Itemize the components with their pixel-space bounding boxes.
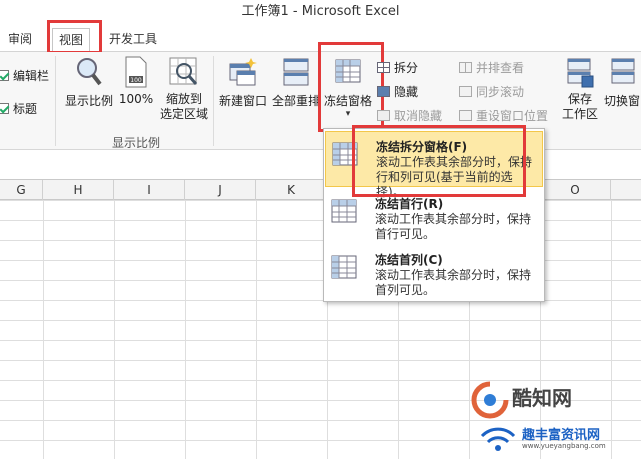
save-workspace-label-2: 工作区 [561, 107, 598, 121]
headings-checkbox[interactable]: 标题 [0, 99, 37, 119]
zoom-group-label: 显示比例 [112, 136, 161, 150]
watermark-site-name: 趣丰富资讯网 [522, 428, 601, 443]
unhide-icon [377, 110, 390, 121]
freeze-panes-menu: 冻结拆分窗格(F) 滚动工作表其余部分时，保持行和列可见(基于当前的选择)。 冻… [323, 128, 545, 302]
zoom-100-label: 100% [118, 92, 154, 106]
freeze-panes-button[interactable]: 冻结窗格 ▾ [322, 56, 374, 119]
freeze-first-column-menu-item[interactable]: 冻结首列(C) 滚动工作表其余部分时，保持首列可见。 [325, 245, 543, 301]
watermark-logo-icon [471, 381, 509, 419]
hide-button[interactable]: 隐藏 [377, 82, 418, 102]
arrange-all-icon [283, 58, 309, 86]
split-icon [377, 62, 390, 73]
sync-scroll-button[interactable]: 同步滚动 [459, 82, 524, 102]
new-window-icon [229, 58, 257, 86]
column-header[interactable]: K [256, 180, 327, 200]
magnifier-icon [77, 58, 102, 86]
column-header[interactable]: J [185, 180, 256, 200]
column-header[interactable]: G [0, 180, 43, 200]
sync-scroll-label: 同步滚动 [476, 85, 525, 99]
column-header[interactable]: H [43, 180, 114, 200]
window-title: 工作簿1 - Microsoft Excel [0, 0, 641, 24]
zoom-selection-icon [169, 57, 198, 85]
watermark-brand: 酷知网 [512, 386, 572, 410]
freeze-panes-menu-item[interactable]: 冻结拆分窗格(F) 滚动工作表其余部分时，保持行和列可见(基于当前的选择)。 [325, 131, 543, 199]
split-button[interactable]: 拆分 [377, 58, 418, 78]
unhide-button[interactable]: 取消隐藏 [377, 106, 442, 126]
dropdown-arrow-icon: ▾ [345, 109, 351, 119]
formula-bar-checkbox[interactable]: 编辑栏 [0, 66, 49, 86]
reset-position-icon [459, 110, 472, 121]
save-workspace-button[interactable]: 保存 工作区 [556, 56, 604, 122]
wifi-logo-icon [480, 427, 516, 451]
save-workspace-icon [567, 58, 594, 88]
menu-item-description: 滚动工作表其余部分时，保持首列可见。 [375, 268, 532, 297]
hide-label: 隐藏 [394, 85, 419, 99]
zoom-selection-label-1: 缩放到 [165, 92, 202, 106]
arrange-all-label: 全部重排 [271, 94, 320, 108]
side-by-side-icon [459, 62, 472, 73]
formula-bar-label: 编辑栏 [13, 69, 50, 83]
watermark-url: www.yueyangbang.com [522, 442, 606, 450]
checkbox-icon [0, 70, 9, 81]
headings-label: 标题 [13, 102, 38, 116]
switch-windows-button[interactable]: 切换窗 [603, 56, 641, 109]
side-by-side-label: 并排查看 [476, 61, 525, 75]
save-workspace-label-1: 保存 [567, 92, 592, 106]
freeze-panes-item-icon [332, 142, 358, 166]
freeze-first-column-icon [331, 255, 357, 279]
menu-item-title: 冻结首行(R) [375, 197, 444, 211]
arrange-all-button[interactable]: 全部重排 [270, 56, 322, 109]
zoom-selection-button[interactable]: 缩放到 选定区域 [156, 56, 212, 122]
tab-review[interactable]: 审阅 [2, 28, 38, 52]
switch-windows-label: 切换窗 [603, 94, 640, 108]
freeze-panes-icon [335, 59, 361, 83]
reset-position-button[interactable]: 重设窗口位置 [459, 106, 548, 126]
watermark: 酷知网 趣丰富资讯网 www.yueyangbang.com [470, 380, 641, 459]
tab-developer[interactable]: 开发工具 [103, 28, 163, 52]
svg-text:100: 100 [130, 77, 142, 84]
new-window-label: 新建窗口 [218, 94, 267, 108]
hide-icon [377, 86, 390, 97]
zoom-100-button[interactable]: 100 100% [117, 56, 155, 106]
zoom-selection-label-2: 选定区域 [159, 107, 208, 121]
switch-windows-icon [611, 58, 635, 84]
menu-item-title: 冻结拆分窗格(F) [376, 140, 468, 154]
zoom-button[interactable]: 显示比例 [63, 56, 115, 109]
tab-view[interactable]: 视图 [52, 28, 91, 52]
menu-item-description: 滚动工作表其余部分时，保持首行可见。 [375, 212, 532, 241]
column-header[interactable]: O [540, 180, 611, 200]
freeze-top-row-menu-item[interactable]: 冻结首行(R) 滚动工作表其余部分时，保持首行可见。 [325, 189, 543, 245]
sync-scroll-icon [459, 86, 472, 97]
checkbox-icon [0, 103, 9, 114]
column-header[interactable]: I [114, 180, 185, 200]
split-label: 拆分 [394, 61, 419, 75]
page-100-icon: 100 [125, 56, 147, 88]
group-separator [213, 56, 214, 146]
group-separator [55, 56, 56, 146]
ribbon-tabs: 审阅 视图 开发工具 [0, 24, 641, 52]
new-window-button[interactable]: 新建窗口 [217, 56, 269, 109]
zoom-label: 显示比例 [64, 94, 113, 108]
menu-item-title: 冻结首列(C) [375, 253, 443, 267]
unhide-label: 取消隐藏 [394, 109, 443, 123]
freeze-panes-label: 冻结窗格 [323, 94, 372, 108]
side-by-side-button[interactable]: 并排查看 [459, 58, 524, 78]
reset-position-label: 重设窗口位置 [476, 109, 549, 123]
freeze-top-row-icon [331, 199, 357, 223]
